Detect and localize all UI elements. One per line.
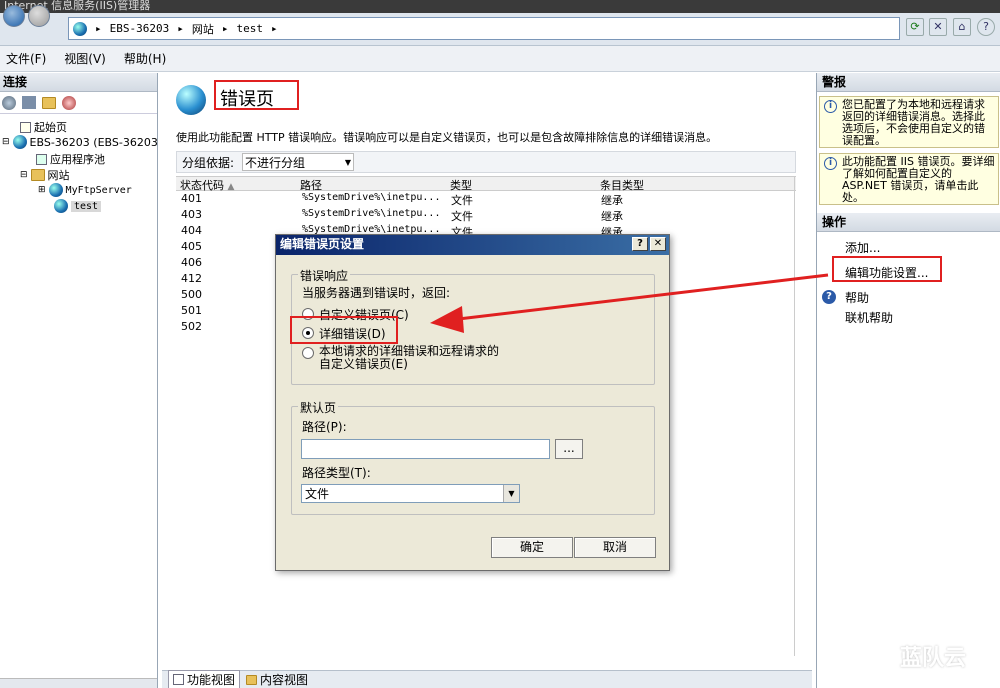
watermark-icon: [868, 643, 894, 669]
watermark-logo: 蓝队云: [868, 640, 966, 672]
annotation-arrow: [430, 273, 829, 333]
